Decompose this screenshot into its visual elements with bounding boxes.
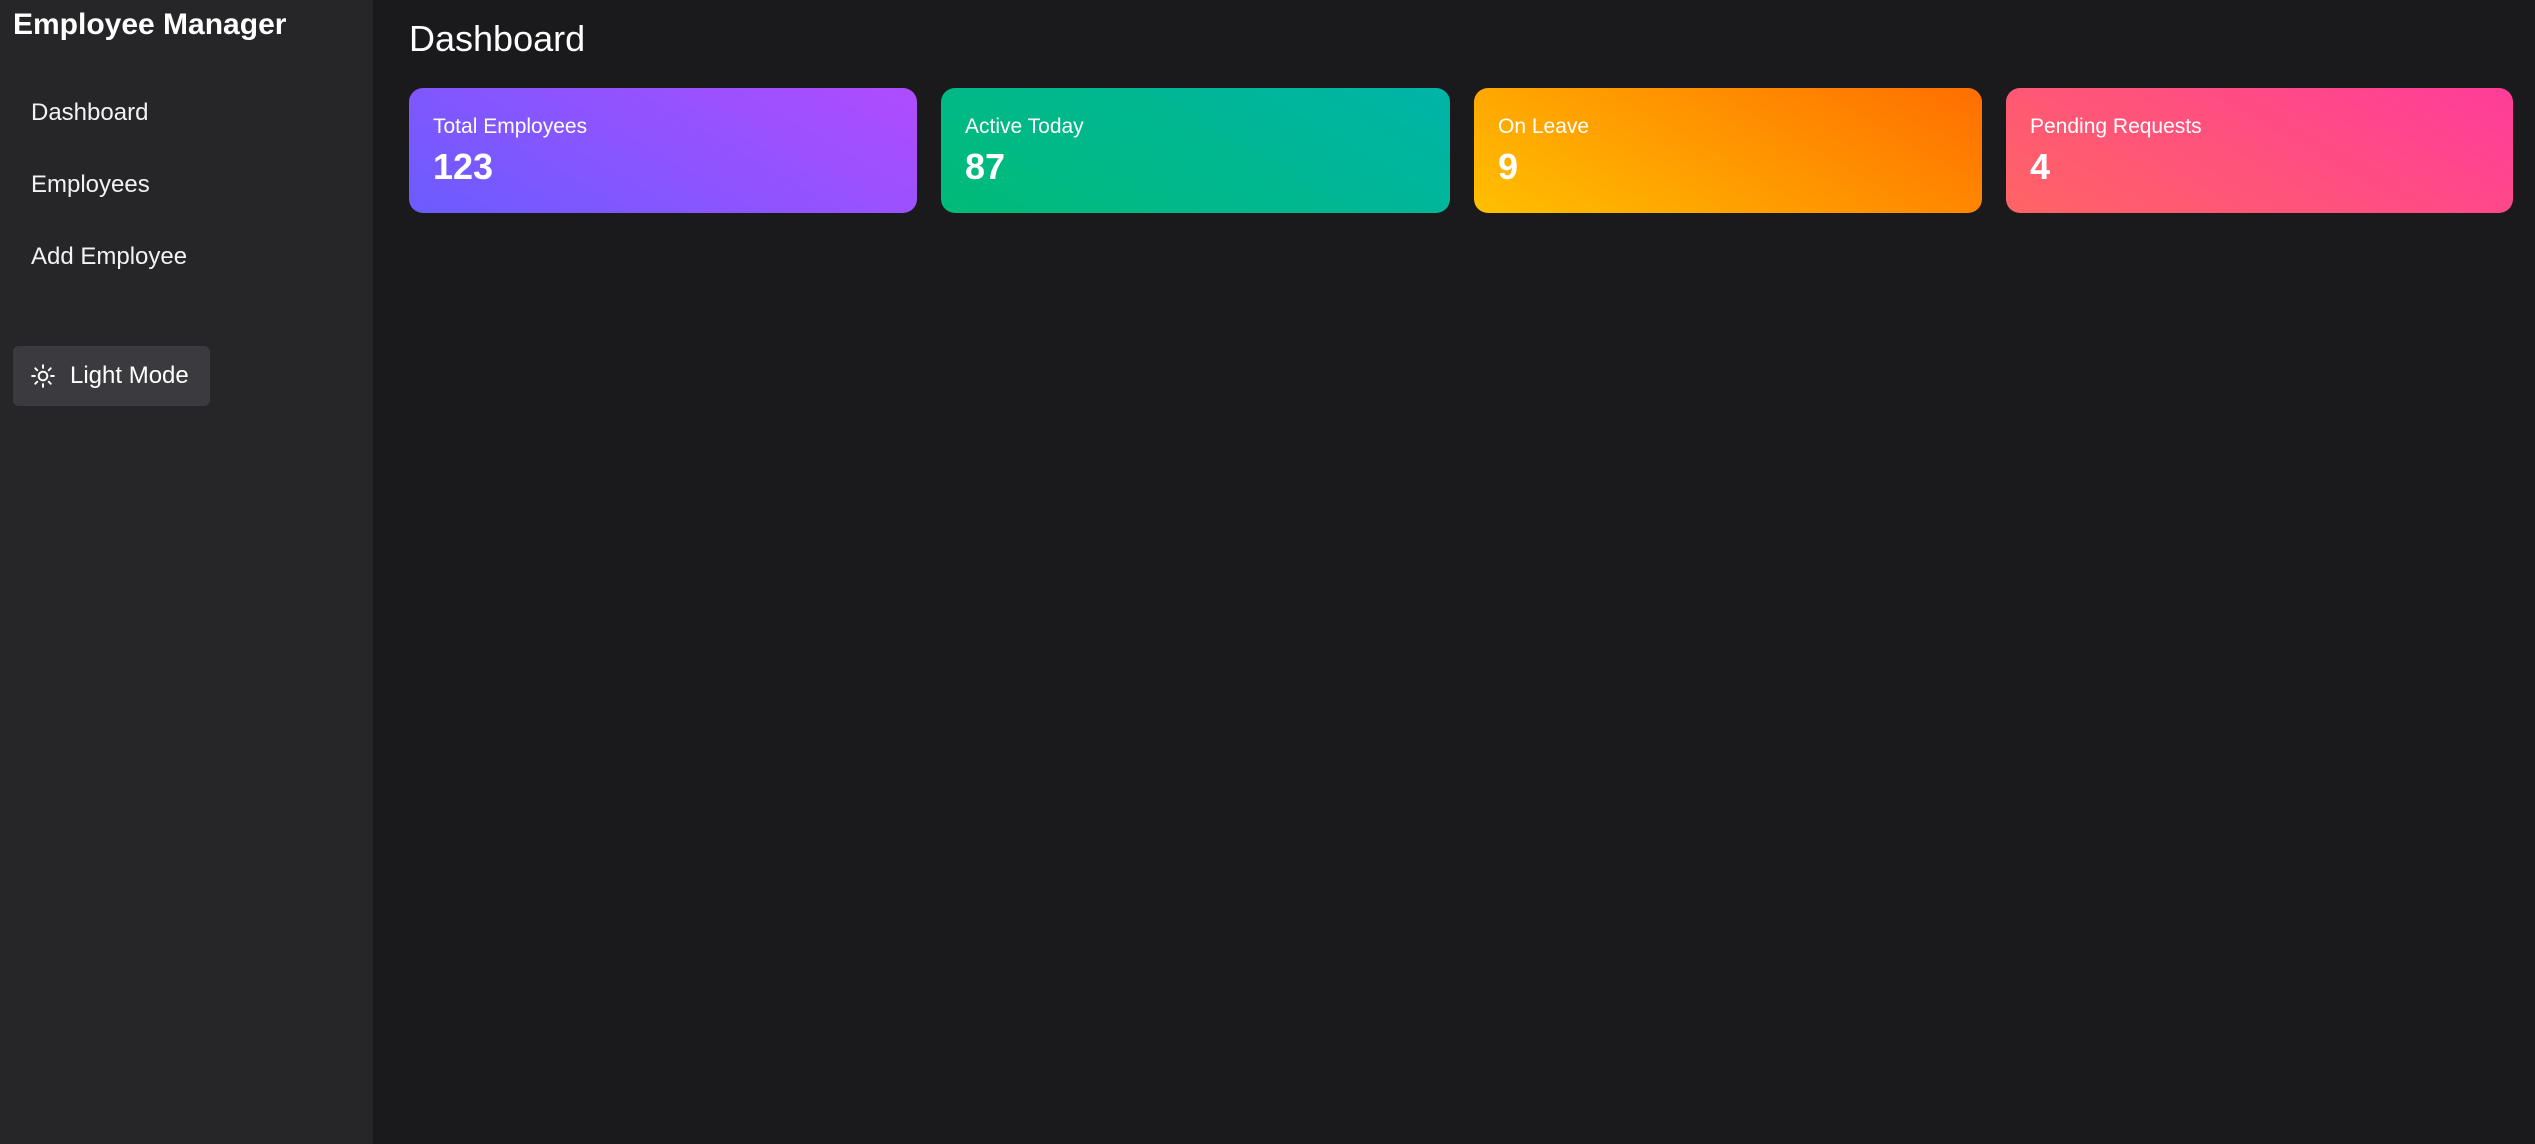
stat-card-label: Active Today: [965, 115, 1084, 138]
sun-icon: [30, 363, 56, 389]
main-content: Dashboard Total Employees 123 Active Tod…: [373, 0, 2535, 1144]
stat-card-value: 4: [2030, 146, 2051, 187]
sidebar-nav: Dashboard Employees Add Employee: [0, 88, 373, 304]
stat-card-label: On Leave: [1498, 115, 1590, 138]
stat-card-active-today: Active Today 87: [941, 88, 1450, 213]
stat-card-label: Total Employees: [433, 115, 588, 138]
page-title: Dashboard: [409, 18, 586, 59]
app-root: Employee Manager Dashboard Employees Add…: [0, 0, 2535, 1144]
stat-card-label: Pending Requests: [2030, 115, 2202, 138]
nav-item-employees[interactable]: Employees: [0, 160, 373, 232]
stat-card-value: 9: [1498, 146, 1519, 187]
theme-toggle-button[interactable]: Light Mode: [13, 346, 210, 406]
theme-toggle-label: Light Mode: [70, 362, 189, 389]
stat-card-pending-requests: Pending Requests 4: [2006, 88, 2513, 213]
nav-item-dashboard[interactable]: Dashboard: [0, 88, 373, 160]
stat-card-total-employees: Total Employees 123: [409, 88, 917, 213]
app-title: Employee Manager: [13, 8, 287, 41]
sidebar: Employee Manager Dashboard Employees Add…: [0, 0, 373, 1144]
stat-card-value: 123: [433, 146, 494, 187]
stat-card-value: 87: [965, 146, 1006, 187]
stat-card-on-leave: On Leave 9: [1474, 88, 1982, 213]
nav-item-add-employee[interactable]: Add Employee: [0, 232, 373, 304]
stat-cards: Total Employees 123 Active Today 87 On L…: [409, 88, 2513, 213]
